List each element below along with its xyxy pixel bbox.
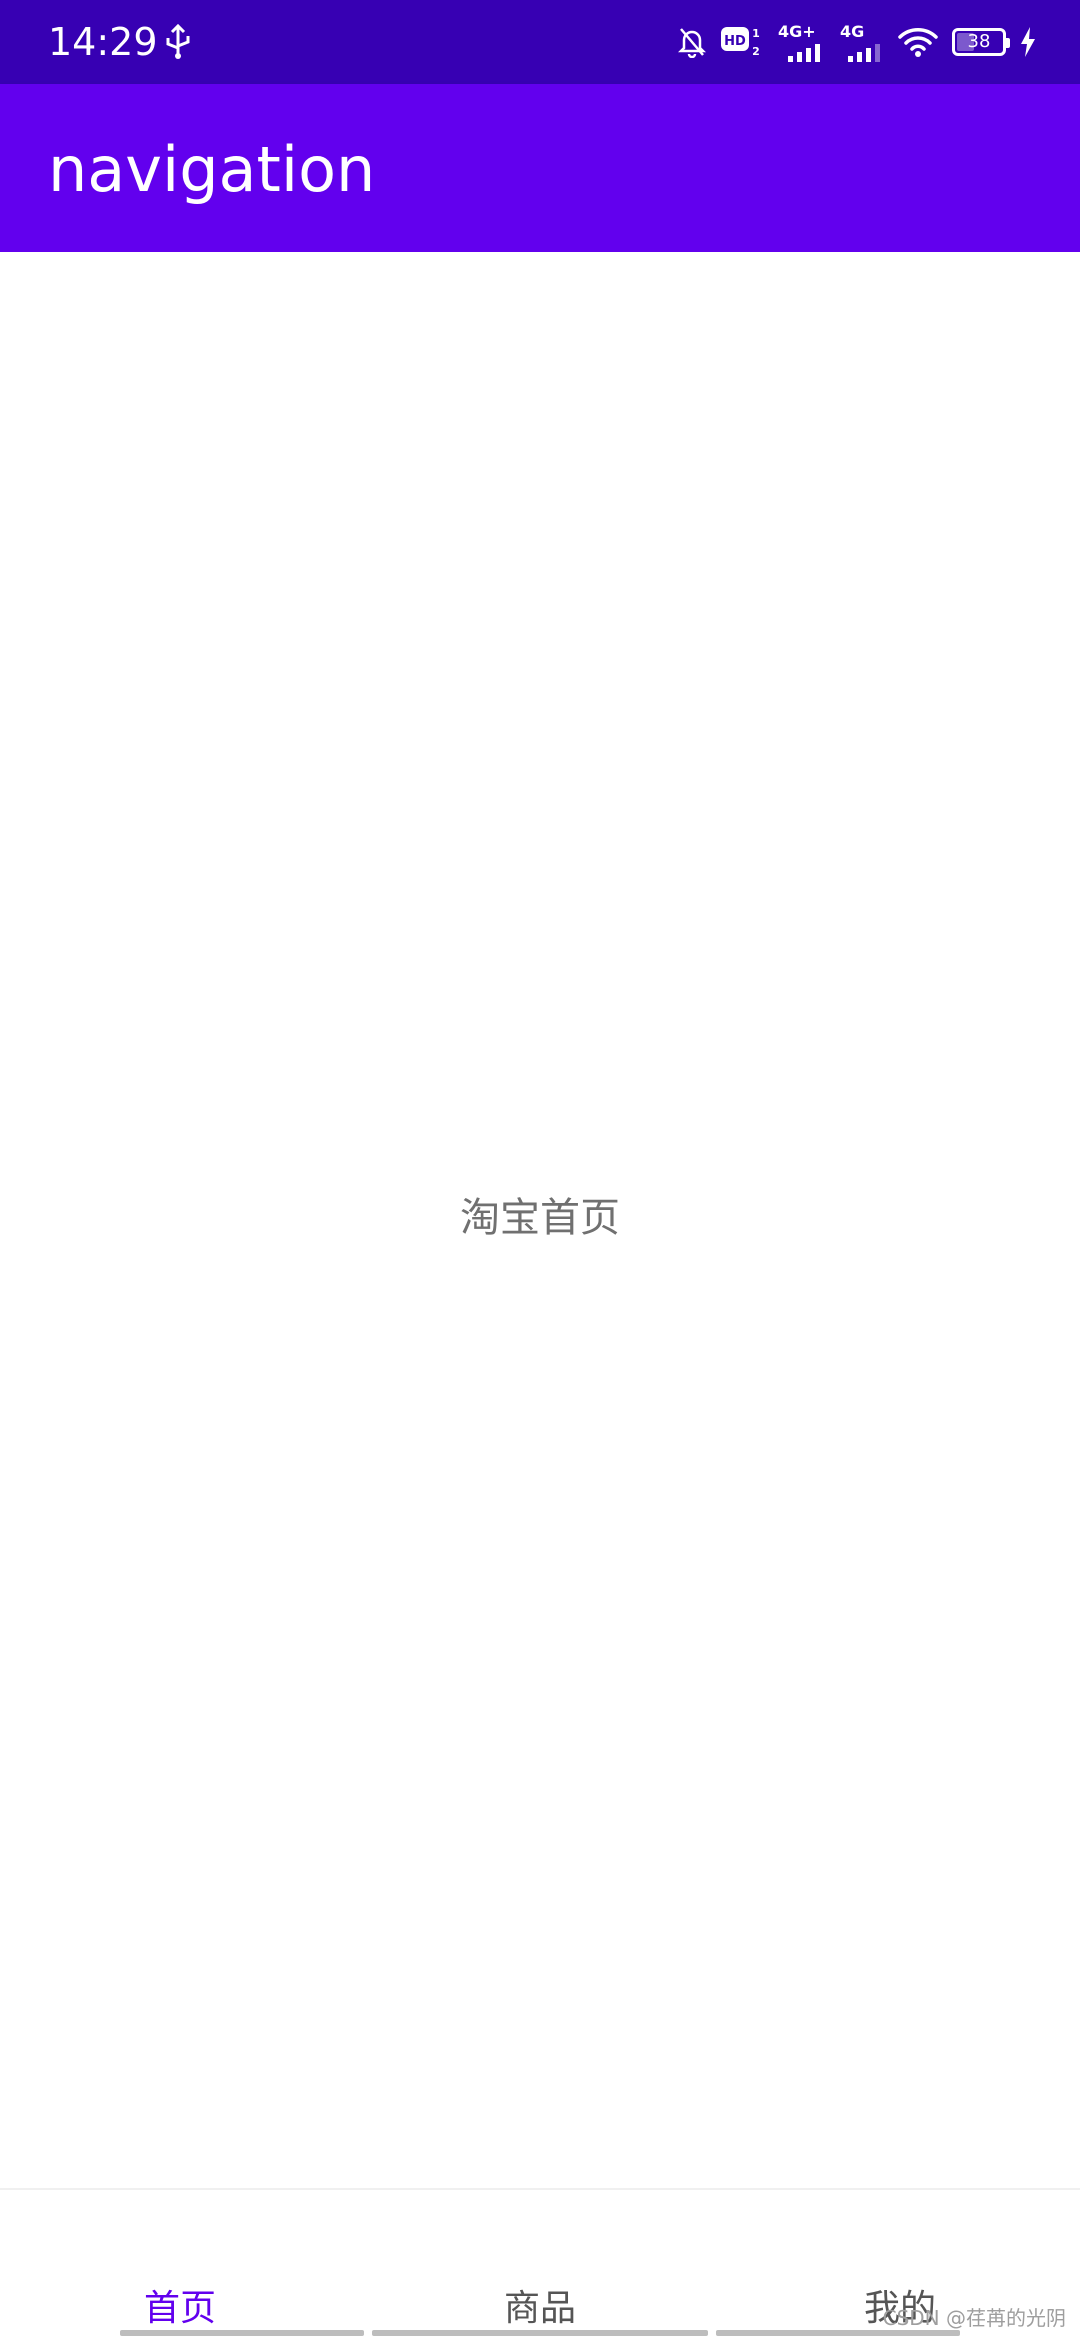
- status-bar: 14:29 HD 1 2 4G+ 4G 38: [0, 0, 1080, 84]
- wifi-icon: [898, 28, 938, 57]
- nav-indicator-products: [372, 2330, 708, 2336]
- app-bar: navigation: [0, 84, 1080, 252]
- nav-indicator-mine: [716, 2330, 960, 2336]
- network-type-1: 4G+: [778, 22, 816, 41]
- main-content: 淘宝首页: [0, 252, 1080, 2190]
- battery-icon: 38: [952, 28, 1010, 56]
- status-time: 14:29: [48, 20, 158, 64]
- watermark: CSDN @荏苒的光阴: [882, 2306, 1066, 2330]
- status-icons: HD 1 2 4G+ 4G 38: [678, 20, 1036, 64]
- network-type-2: 4G: [840, 22, 865, 41]
- svg-text:2: 2: [752, 45, 760, 58]
- page-title: navigation: [48, 133, 376, 206]
- bell-off-icon: [678, 28, 706, 58]
- app-screen: 14:29 HD 1 2 4G+ 4G 38 navigation 淘宝首页 首…: [0, 0, 1080, 2340]
- usb-icon: [166, 24, 190, 59]
- charging-icon: [1021, 27, 1035, 57]
- signal-icon: [788, 44, 820, 62]
- svg-text:HD: HD: [724, 34, 746, 49]
- signal-icon: [848, 44, 880, 62]
- signal-1: 4G+: [776, 22, 824, 62]
- page-content-text: 淘宝首页: [460, 1195, 620, 1241]
- battery-level: 38: [967, 31, 991, 52]
- nav-item-home[interactable]: 首页: [120, 2284, 240, 2334]
- nav-item-products[interactable]: 商品: [480, 2284, 600, 2334]
- svg-text:1: 1: [752, 27, 760, 40]
- signal-2: 4G: [838, 22, 884, 62]
- nav-indicator-home: [120, 2330, 364, 2336]
- hd-icon: HD 1 2: [721, 27, 760, 58]
